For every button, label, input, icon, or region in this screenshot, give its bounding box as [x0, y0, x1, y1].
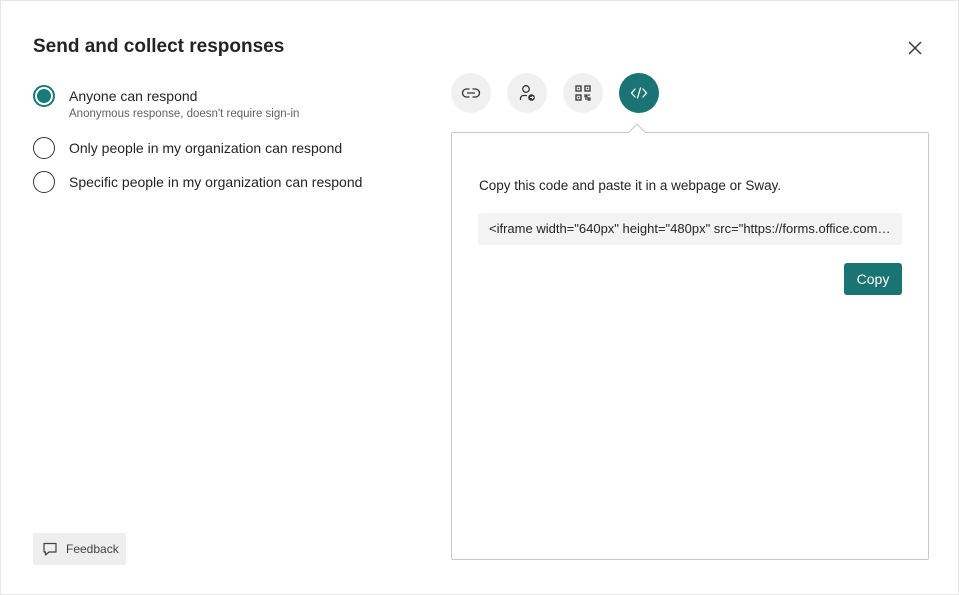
- radio-anyone[interactable]: Anyone can respond Anonymous response, d…: [33, 85, 299, 120]
- feedback-label: Feedback: [66, 542, 119, 556]
- person-invite-icon: [519, 85, 535, 101]
- embed-code-icon: [630, 87, 648, 99]
- tab-qr-code[interactable]: [563, 73, 603, 113]
- qr-code-icon: [575, 85, 591, 101]
- tab-embed[interactable]: [619, 73, 659, 113]
- comment-icon: [43, 542, 57, 556]
- radio-specific-people[interactable]: Specific people in my organization can r…: [33, 171, 362, 193]
- radio-button-selected[interactable]: [33, 85, 55, 107]
- link-icon: [461, 88, 481, 98]
- embed-instructions: Copy this code and paste it in a webpage…: [479, 178, 782, 193]
- copy-button[interactable]: Copy: [844, 263, 902, 295]
- radio-sublabel: Anonymous response, doesn't require sign…: [69, 108, 300, 120]
- close-icon: [908, 41, 922, 55]
- radio-button[interactable]: [33, 171, 55, 193]
- radio-label: Anyone can respond: [69, 88, 198, 104]
- feedback-button[interactable]: Feedback: [33, 533, 126, 565]
- radio-organization[interactable]: Only people in my organization can respo…: [33, 137, 342, 159]
- tab-invite[interactable]: [507, 73, 547, 113]
- embed-panel: Copy this code and paste it in a webpage…: [451, 132, 929, 560]
- embed-code-field[interactable]: <iframe width="640px" height="480px" src…: [478, 213, 902, 245]
- radio-label: Specific people in my organization can r…: [69, 174, 363, 190]
- close-button[interactable]: [901, 34, 929, 62]
- tab-link[interactable]: [451, 73, 491, 113]
- radio-label: Only people in my organization can respo…: [69, 140, 343, 156]
- radio-button[interactable]: [33, 137, 55, 159]
- dialog-title: Send and collect responses: [33, 36, 285, 57]
- send-responses-dialog: Send and collect responses Anyone can re…: [0, 0, 959, 595]
